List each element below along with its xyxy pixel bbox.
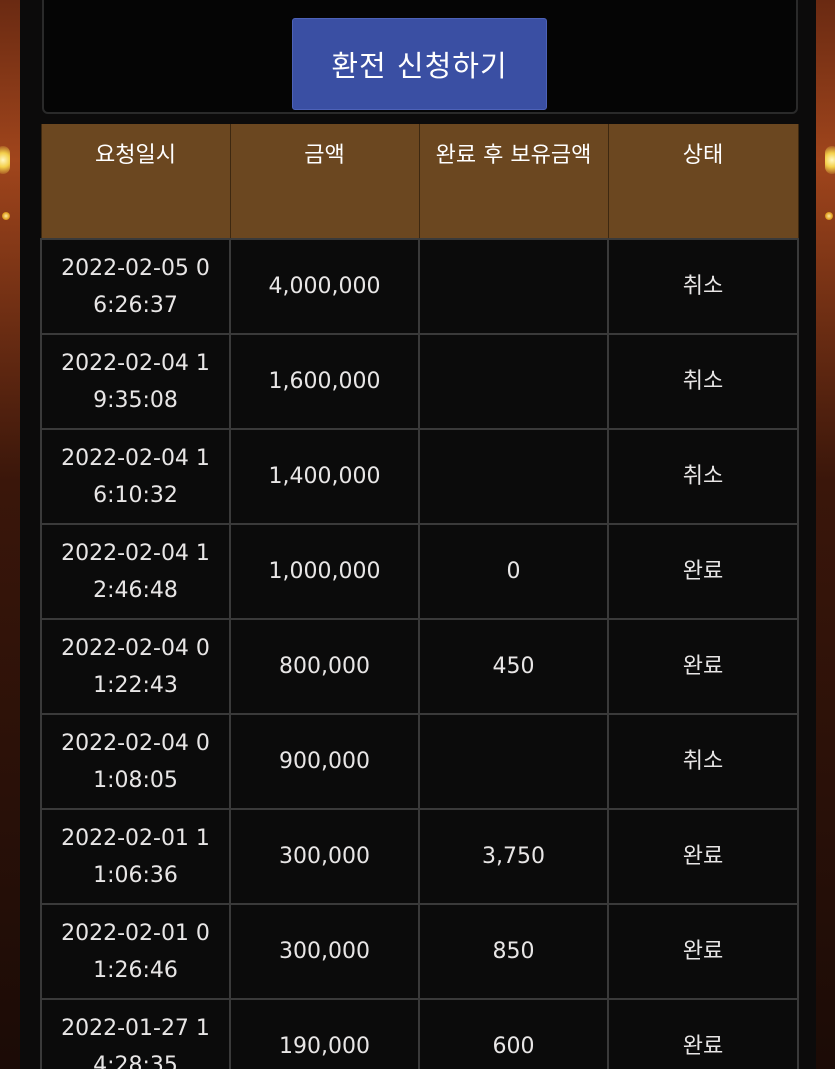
cell-request-time: 2022-02-04 16:10:32 (40, 428, 231, 525)
cell-request-time: 2022-02-04 01:08:05 (40, 713, 231, 810)
cell-amount: 1,000,000 (229, 523, 420, 620)
cell-balance-after (418, 238, 609, 335)
table-row: 2022-02-05 06:26:37 4,000,000 취소 (40, 238, 799, 335)
left-light-dot (2, 212, 10, 220)
cell-status: 완료 (607, 998, 799, 1069)
cell-amount: 900,000 (229, 713, 420, 810)
cell-status: 완료 (607, 808, 799, 905)
cell-amount: 300,000 (229, 808, 420, 905)
header-request-time: 요청일시 (40, 124, 231, 239)
header-amount: 금액 (229, 124, 420, 239)
table-row: 2022-02-04 01:08:05 900,000 취소 (40, 713, 799, 810)
header-status: 상태 (607, 124, 799, 239)
cell-request-time: 2022-02-04 12:46:48 (40, 523, 231, 620)
cell-amount: 4,000,000 (229, 238, 420, 335)
cell-amount: 800,000 (229, 618, 420, 715)
table-row: 2022-01-27 14:28:35 190,000 600 완료 (40, 998, 799, 1069)
table-row: 2022-02-04 19:35:08 1,600,000 취소 (40, 333, 799, 430)
cell-request-time: 2022-02-05 06:26:37 (40, 238, 231, 335)
cell-amount: 1,600,000 (229, 333, 420, 430)
cell-status: 취소 (607, 238, 799, 335)
cell-amount: 1,400,000 (229, 428, 420, 525)
cell-amount: 190,000 (229, 998, 420, 1069)
cell-request-time: 2022-02-01 01:26:46 (40, 903, 231, 1000)
left-lamp-decoration (0, 146, 10, 174)
cell-balance-after (418, 333, 609, 430)
cell-request-time: 2022-02-04 19:35:08 (40, 333, 231, 430)
cell-balance-after: 3,750 (418, 808, 609, 905)
right-light-dot (825, 212, 833, 220)
cell-amount: 300,000 (229, 903, 420, 1000)
cell-balance-after (418, 428, 609, 525)
table-row: 2022-02-04 01:22:43 800,000 450 완료 (40, 618, 799, 715)
cell-request-time: 2022-02-01 11:06:36 (40, 808, 231, 905)
cell-request-time: 2022-02-04 01:22:43 (40, 618, 231, 715)
table-header-row: 요청일시 금액 완료 후 보유금액 상태 (40, 124, 799, 239)
table-row: 2022-02-04 12:46:48 1,000,000 0 완료 (40, 523, 799, 620)
cell-balance-after (418, 713, 609, 810)
table-row: 2022-02-01 01:26:46 300,000 850 완료 (40, 903, 799, 1000)
cell-status: 완료 (607, 523, 799, 620)
cell-status: 취소 (607, 333, 799, 430)
cell-status: 완료 (607, 903, 799, 1000)
exchange-apply-button[interactable]: 환전 신청하기 (292, 18, 547, 110)
cell-request-time: 2022-01-27 14:28:35 (40, 998, 231, 1069)
cell-status: 완료 (607, 618, 799, 715)
cell-balance-after: 450 (418, 618, 609, 715)
cell-balance-after: 0 (418, 523, 609, 620)
cell-status: 취소 (607, 428, 799, 525)
page-background: 환전 신청하기 요청일시 금액 완료 후 보유금액 상태 2022-02-05 … (0, 0, 835, 1069)
right-lamp-decoration (825, 146, 835, 174)
cell-balance-after: 600 (418, 998, 609, 1069)
table-row: 2022-02-01 11:06:36 300,000 3,750 완료 (40, 808, 799, 905)
exchange-history-table: 요청일시 금액 완료 후 보유금액 상태 2022-02-05 06:26:37… (40, 124, 799, 1069)
header-balance-after: 완료 후 보유금액 (418, 124, 609, 239)
cell-balance-after: 850 (418, 903, 609, 1000)
cell-status: 취소 (607, 713, 799, 810)
table-row: 2022-02-04 16:10:32 1,400,000 취소 (40, 428, 799, 525)
